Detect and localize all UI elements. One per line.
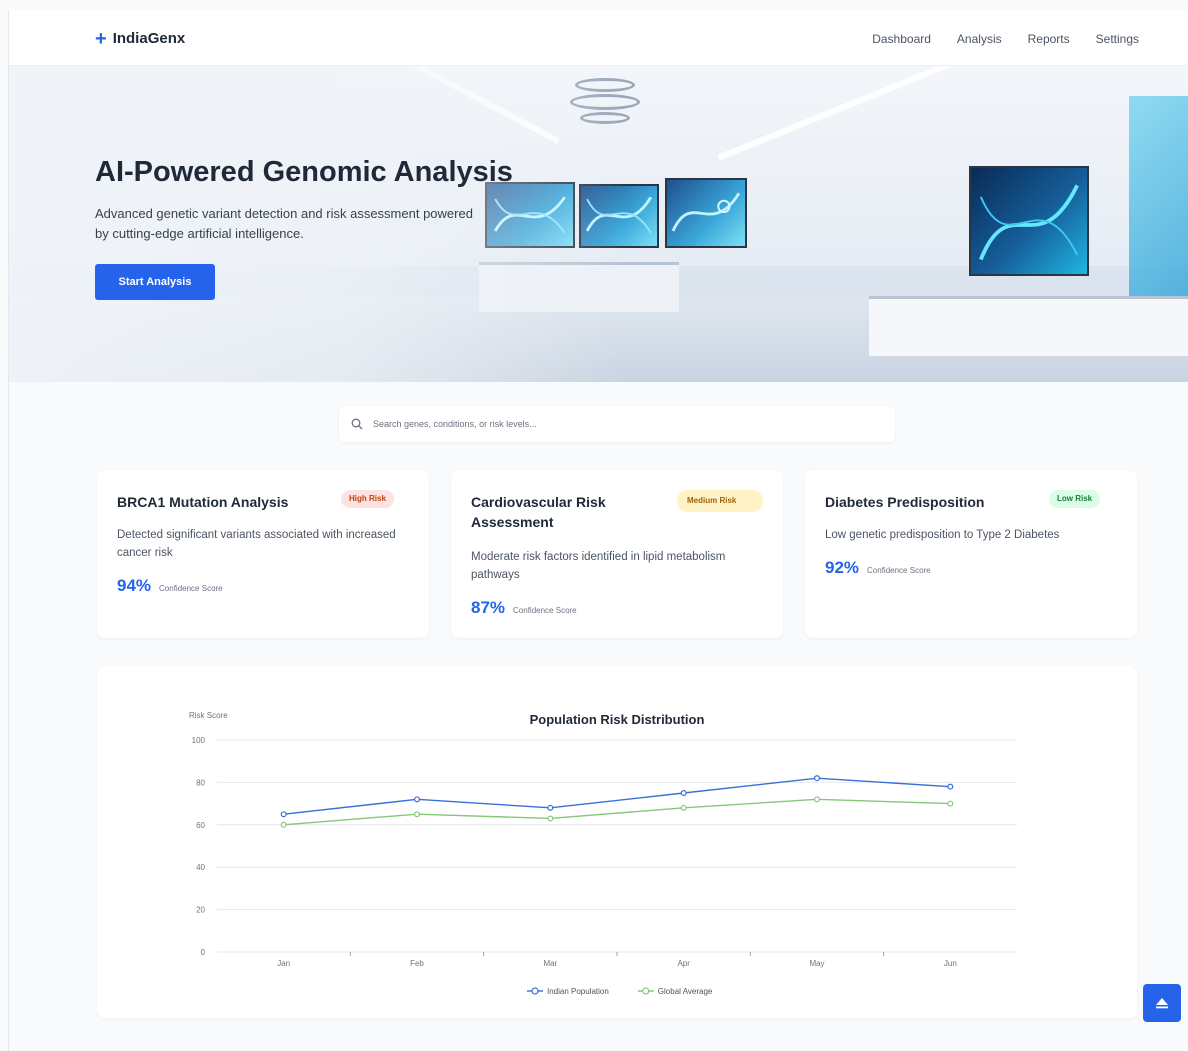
card-description: Low genetic predisposition to Type 2 Dia… (825, 529, 1060, 541)
y-axis-label: Risk Score (189, 711, 228, 720)
confidence-score: 94% Confidence Score (117, 576, 223, 596)
risk-card-brca1[interactable]: BRCA1 Mutation Analysis High Risk Detect… (97, 470, 429, 638)
dna-display-image (665, 178, 747, 248)
confidence-score: 92% Confidence Score (825, 558, 931, 578)
card-description: Detected significant variants associated… (117, 529, 396, 559)
hero-banner: AI-Powered Genomic Analysis Advanced gen… (9, 66, 1188, 382)
nav-link-dashboard[interactable]: Dashboard (872, 32, 931, 46)
card-title: Cardiovascular Risk Assessment (471, 494, 606, 530)
data-point[interactable] (414, 796, 421, 803)
y-tick-label: 100 (192, 736, 206, 745)
risk-card-diabetes[interactable]: Diabetes Predisposition Low Risk Low gen… (805, 470, 1137, 638)
population-risk-chart: Population Risk Distribution Risk Score … (97, 666, 1137, 1018)
data-point[interactable] (680, 789, 687, 796)
plus-icon: + (95, 27, 107, 50)
x-tick-label: May (809, 959, 824, 968)
legend-label[interactable]: Global Average (658, 987, 713, 996)
hero-subtitle: Advanced genetic variant detection and r… (95, 206, 473, 241)
card-title: BRCA1 Mutation Analysis (117, 494, 289, 510)
dna-monitor-image (969, 166, 1089, 276)
x-tick-label: Feb (410, 959, 424, 968)
y-tick-label: 40 (196, 863, 205, 872)
line-chart: Population Risk Distribution Risk Score … (189, 711, 1017, 996)
y-tick-label: 0 (201, 948, 206, 957)
search-bar (339, 406, 895, 442)
x-tick-label: Jan (277, 959, 290, 968)
brand-logo[interactable]: + IndiaGenx (95, 27, 186, 50)
search-icon (351, 418, 363, 430)
search-input[interactable] (373, 419, 853, 429)
top-nav: + IndiaGenx Dashboard Analysis Reports S… (9, 10, 1188, 66)
legend-marker (531, 987, 539, 995)
data-point[interactable] (547, 815, 554, 822)
data-point[interactable] (280, 821, 287, 828)
upload-icon (1156, 998, 1168, 1009)
card-description: Moderate risk factors identified in lipi… (471, 551, 726, 581)
nav-links: Dashboard Analysis Reports Settings (872, 32, 1139, 46)
y-tick-label: 60 (196, 821, 205, 830)
data-point[interactable] (947, 800, 954, 807)
dna-hologram-image (1129, 96, 1188, 296)
scroll-top-button[interactable] (1143, 984, 1181, 1022)
chart-title: Population Risk Distribution (530, 712, 705, 727)
x-tick-label: Apr (677, 959, 690, 968)
data-point[interactable] (414, 811, 421, 818)
nav-link-analysis[interactable]: Analysis (957, 32, 1002, 46)
data-point[interactable] (947, 783, 954, 790)
confidence-label: Confidence Score (159, 584, 223, 593)
risk-card-cardiovascular[interactable]: Cardiovascular Risk Assessment Medium Ri… (451, 470, 783, 638)
app-frame: + IndiaGenx Dashboard Analysis Reports S… (8, 10, 1188, 1051)
confidence-value: 94% (117, 576, 152, 595)
start-analysis-button[interactable]: Start Analysis (95, 264, 215, 300)
y-tick-label: 80 (196, 778, 205, 787)
risk-badge-medium: Medium Risk (677, 490, 763, 512)
card-title: Diabetes Predisposition (825, 494, 985, 510)
confidence-score: 87% Confidence Score (471, 598, 577, 618)
data-point[interactable] (680, 804, 687, 811)
nav-link-settings[interactable]: Settings (1096, 32, 1139, 46)
y-tick-label: 20 (196, 906, 205, 915)
confidence-label: Confidence Score (513, 606, 577, 615)
lab-desk-image (869, 296, 1188, 356)
x-tick-label: Jun (944, 959, 957, 968)
risk-badge-high: High Risk (341, 490, 394, 508)
data-point[interactable] (813, 796, 820, 803)
brand-name: IndiaGenx (112, 30, 186, 47)
data-point[interactable] (813, 775, 820, 782)
series-line (283, 777, 951, 815)
hero-title: AI-Powered Genomic Analysis (95, 156, 513, 188)
legend-label[interactable]: Indian Population (547, 987, 609, 996)
confidence-value: 87% (471, 598, 506, 617)
x-tick-label: Mar (543, 959, 557, 968)
confidence-label: Confidence Score (867, 566, 931, 575)
data-point[interactable] (280, 811, 287, 818)
legend-marker (642, 987, 650, 995)
confidence-value: 92% (825, 558, 860, 577)
data-point[interactable] (547, 804, 554, 811)
risk-badge-low: Low Risk (1049, 490, 1101, 508)
nav-link-reports[interactable]: Reports (1028, 32, 1070, 46)
